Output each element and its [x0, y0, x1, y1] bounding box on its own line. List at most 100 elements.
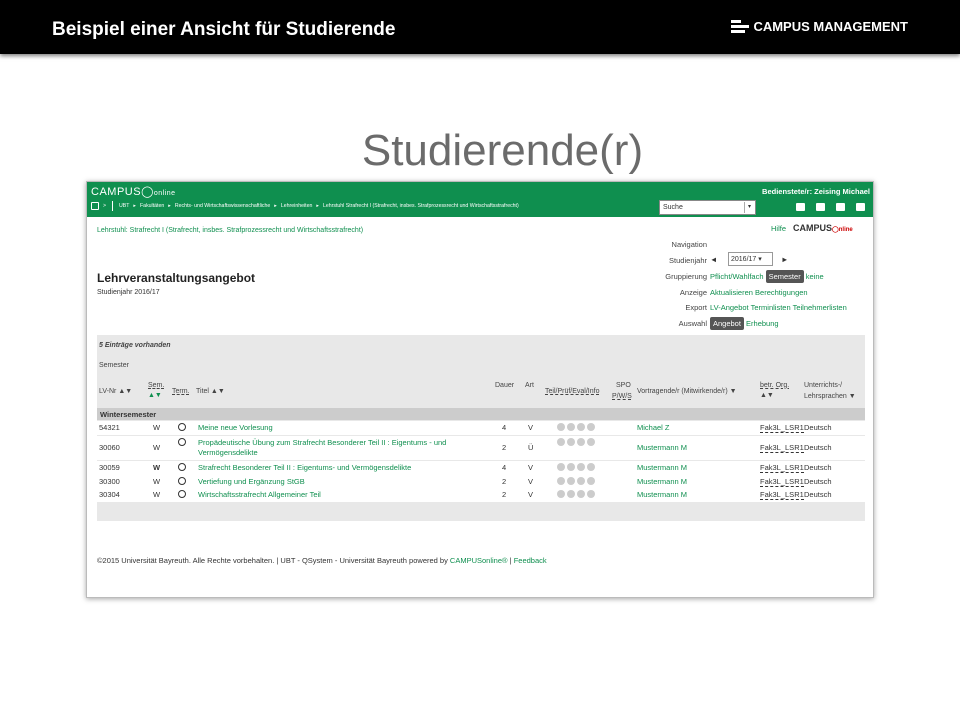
- page-title: Lehrveranstaltungsangebot: [97, 271, 256, 285]
- course-link[interactable]: Wirtschaftsstrafrecht Allgemeiner Teil: [198, 490, 321, 499]
- anzeige-options: Aktualisieren Berechtigungen: [710, 288, 808, 297]
- col-sprache[interactable]: Unterrichts-/: [804, 382, 842, 389]
- lecturer-link[interactable]: Mustermann M: [637, 463, 687, 472]
- breadcrumb-item[interactable]: Fakultäten: [140, 203, 164, 209]
- page-subtitle: Studienjahr 2016/17: [97, 289, 160, 296]
- edit-icon[interactable]: [836, 203, 845, 211]
- col-pws[interactable]: P/W/S: [612, 393, 632, 400]
- col-sem[interactable]: Sem.: [148, 382, 164, 389]
- app-header: CAMPUS◯online Bedienstete/r: Zeising Mic…: [87, 182, 873, 217]
- dashboard-icon[interactable]: [856, 203, 865, 211]
- entry-count: 5 Einträge vorhanden: [99, 342, 171, 349]
- status-icons[interactable]: [557, 463, 595, 471]
- col-dauer[interactable]: Dauer: [495, 382, 514, 389]
- course-link[interactable]: Propädeutische Übung zum Strafrecht Beso…: [198, 438, 446, 447]
- screenshot-frame: CAMPUS◯online Bedienstete/r: Zeising Mic…: [86, 181, 874, 598]
- window-icon[interactable]: [91, 202, 99, 210]
- export-label: Export: [685, 303, 707, 312]
- section-wintersemester: Wintersemester: [97, 408, 865, 420]
- org-link[interactable]: Fak3L_LSR1: [760, 490, 804, 500]
- feedback-link[interactable]: Feedback: [514, 556, 547, 565]
- col-teil[interactable]: Teil/Prüf/Eval/Info: [545, 388, 599, 395]
- header-icons: [796, 203, 865, 211]
- col-art[interactable]: Art: [525, 382, 534, 389]
- nav-label: Navigation: [671, 240, 707, 249]
- year-select[interactable]: 2016/17 ▾: [728, 252, 773, 266]
- col-org[interactable]: betr. Org.: [760, 382, 789, 389]
- option-semester-active[interactable]: Semester: [765, 270, 804, 283]
- lv-angebot-link[interactable]: LV-Angebot: [710, 303, 749, 312]
- home-icon[interactable]: [816, 203, 825, 211]
- lecturer-link[interactable]: Mustermann M: [637, 477, 687, 486]
- clock-icon[interactable]: [178, 438, 186, 446]
- app-brand[interactable]: CAMPUS◯online: [91, 185, 176, 198]
- lecturer-link[interactable]: Michael Z: [637, 423, 670, 432]
- clock-icon[interactable]: [178, 477, 186, 485]
- teilnehmerlisten-link[interactable]: Teilnehmerlisten: [793, 303, 847, 312]
- logo-mark-icon: [731, 19, 750, 34]
- option-erhebung[interactable]: Erhebung: [746, 319, 779, 328]
- option-keine[interactable]: keine: [806, 272, 824, 281]
- course-link-line2[interactable]: Vermögensdelikte: [198, 448, 258, 457]
- search-select[interactable]: Suche ▾: [659, 200, 756, 215]
- studienjahr-label: Studienjahr: [669, 256, 707, 265]
- export-options: LV-Angebot Terminlisten Teilnehmerlisten: [710, 303, 847, 312]
- group-label: Semester: [99, 362, 129, 369]
- course-link[interactable]: Vertiefung und Ergänzung StGB: [198, 477, 305, 486]
- status-icons[interactable]: [557, 438, 595, 446]
- terminlisten-link[interactable]: Terminlisten: [751, 303, 791, 312]
- clock-icon[interactable]: [178, 423, 186, 431]
- option-pflicht[interactable]: Pflicht/Wahlfach: [710, 272, 764, 281]
- table-row: 30059 W Strafrecht Besonderer Teil II : E…: [97, 461, 865, 475]
- campus-management-logo: CAMPUS MANAGEMENT: [731, 19, 908, 34]
- table-row: 30300 W Vertiefung und Ergänzung StGB 2V …: [97, 475, 865, 488]
- col-vortragende[interactable]: Vortragende/r (Mitwirkende/r) ▼: [637, 388, 737, 395]
- status-icons[interactable]: [557, 490, 595, 498]
- clock-icon[interactable]: [178, 490, 186, 498]
- prev-year-icon[interactable]: ◄: [710, 255, 717, 264]
- table-row: 54321 W Meine neue Vorlesung 4V Michael Z…: [97, 421, 865, 435]
- chevron-down-icon[interactable]: ▾: [744, 202, 754, 213]
- lecturer-link[interactable]: Mustermann M: [637, 490, 687, 499]
- org-link[interactable]: Fak3L_LSR1: [760, 463, 804, 473]
- course-link[interactable]: Strafrecht Besonderer Teil II : Eigentum…: [198, 463, 411, 472]
- lecturer-link[interactable]: Mustermann M: [637, 443, 687, 452]
- breadcrumb-item[interactable]: UBT: [119, 203, 129, 209]
- expand-icon[interactable]: >: [103, 203, 106, 209]
- auswahl-label: Auswahl: [678, 319, 707, 328]
- course-table: 5 Einträge vorhanden Semester LV-Nr ▲▼ S…: [97, 335, 865, 521]
- table-row: 30060 W Propädeutische Übung zum Strafrec…: [97, 436, 865, 460]
- gruppierung-options: Pflicht/Wahlfach Semester keine: [710, 270, 824, 283]
- org-title[interactable]: Lehrstuhl: Strafrecht I (Strafrecht, ins…: [97, 227, 363, 234]
- clock-icon[interactable]: [178, 463, 186, 471]
- org-link[interactable]: Fak3L_LSR1: [760, 423, 804, 433]
- breadcrumb-item[interactable]: Lehrstuhl Strafrecht I (Strafrecht, insb…: [323, 203, 519, 209]
- auswahl-options: Angebot Erhebung: [710, 317, 779, 330]
- course-link[interactable]: Meine neue Vorlesung: [198, 423, 273, 432]
- breadcrumb-item[interactable]: Lehreinheiten: [281, 203, 312, 209]
- org-link[interactable]: Fak3L_LSR1: [760, 443, 804, 453]
- sort-sem-icon[interactable]: ▲▼: [148, 392, 162, 399]
- campusonline-logo: CAMPUS◯nline: [793, 223, 853, 233]
- slide-header: Beispiel einer Ansicht für Studierende C…: [0, 0, 960, 54]
- aktualisieren-link[interactable]: Aktualisieren: [710, 288, 753, 297]
- option-angebot-active[interactable]: Angebot: [710, 317, 744, 330]
- sort-org-icon[interactable]: ▲▼: [760, 392, 774, 399]
- org-link[interactable]: Fak3L_LSR1: [760, 477, 804, 487]
- gruppierung-label: Gruppierung: [665, 272, 707, 281]
- help-link[interactable]: Hilfe: [771, 224, 786, 233]
- col-sprache-2[interactable]: Lehrsprachen ▼: [804, 393, 856, 400]
- berechtigungen-link[interactable]: Berechtigungen: [755, 288, 808, 297]
- campusonline-link[interactable]: CAMPUSonline®: [450, 556, 508, 565]
- status-icons[interactable]: [557, 423, 595, 431]
- table-row: 30304 W Wirtschaftsstrafrecht Allgemeiner…: [97, 488, 865, 502]
- col-term[interactable]: Term.: [172, 388, 190, 395]
- next-year-icon[interactable]: ►: [781, 255, 788, 264]
- col-lvnr[interactable]: LV-Nr ▲▼: [99, 388, 132, 395]
- logout-icon[interactable]: [796, 203, 805, 211]
- col-spo[interactable]: SPO: [616, 382, 631, 389]
- col-titel[interactable]: Titel ▲▼: [196, 388, 225, 395]
- slide-title: Beispiel einer Ansicht für Studierende: [52, 19, 396, 40]
- status-icons[interactable]: [557, 477, 595, 485]
- breadcrumb-item[interactable]: Rechts- und Wirtschaftswissenschaftliche: [175, 203, 270, 209]
